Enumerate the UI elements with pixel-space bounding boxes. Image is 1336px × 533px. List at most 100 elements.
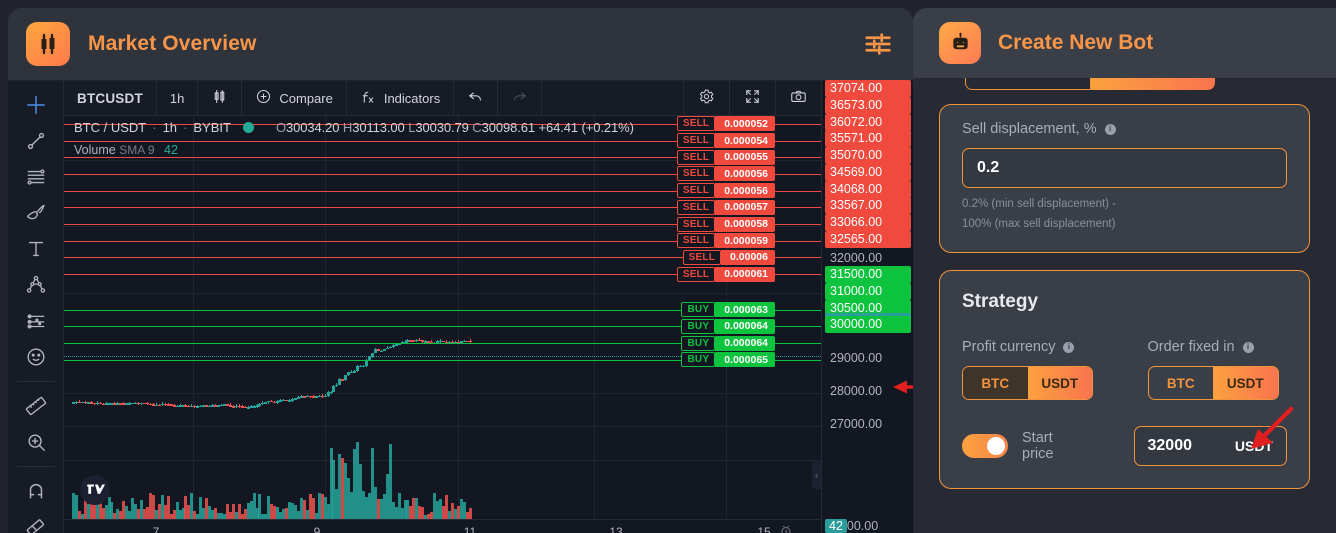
sell-displacement-input[interactable]: 0.2 <box>962 148 1287 188</box>
symbol-button[interactable]: BTCUSDT <box>64 81 157 115</box>
sell-order-badge[interactable]: SELL0.00006 <box>683 250 775 265</box>
legend-o: 30034.20 <box>286 120 339 135</box>
legend-interval: 1h <box>163 120 177 135</box>
emoji-icon[interactable] <box>16 339 56 374</box>
profit-currency-group: Profit currency i BTC USDT <box>962 339 1102 400</box>
undo-button[interactable] <box>454 81 498 115</box>
sell-order-badge[interactable]: SELL0.000061 <box>677 267 775 282</box>
collapse-handle[interactable]: ‹ <box>812 461 821 489</box>
candle-body <box>380 351 383 353</box>
legend-pair: BTC / USDT <box>74 120 146 135</box>
fullscreen-button[interactable] <box>729 81 775 115</box>
redo-button[interactable] <box>498 81 542 115</box>
sell-order-badge[interactable]: SELL0.000056 <box>677 183 775 198</box>
sell-order-badge[interactable]: SELL0.000057 <box>677 200 775 215</box>
profit-currency-option-btc[interactable]: BTC <box>963 367 1028 399</box>
brush-icon[interactable] <box>16 195 56 230</box>
sell-order-badge[interactable]: SELL0.000056 <box>677 166 775 181</box>
chart-settings-button[interactable] <box>683 81 729 115</box>
chart-type-button[interactable] <box>198 81 242 115</box>
tradingview-logo[interactable] <box>80 475 110 505</box>
fullscreen-icon <box>744 88 761 108</box>
sell-order-qty: 0.000056 <box>715 166 775 181</box>
info-icon[interactable]: i <box>1243 342 1254 353</box>
price-scale-label: 33567.00 <box>825 197 911 214</box>
toolbar-divider-2 <box>17 466 55 467</box>
info-icon[interactable]: i <box>1105 124 1116 135</box>
profit-currency-option-usdt[interactable]: USDT <box>1028 367 1093 399</box>
zoom-in-icon[interactable] <box>16 424 56 459</box>
magnet-icon[interactable] <box>16 473 56 508</box>
buy-order-badge[interactable]: BUY0.000065 <box>681 352 775 367</box>
bot-panel-body: Sell displacement, % i 0.2 0.2% (min sel… <box>913 78 1336 533</box>
legend-c: 30098.61 <box>482 120 535 135</box>
indicators-button[interactable]: Indicators <box>347 81 454 115</box>
create-new-bot-panel: Create New Bot Sell displacement, % i 0.… <box>913 8 1336 533</box>
price-scale-label: 35070.00 <box>825 147 911 164</box>
eraser-icon[interactable] <box>16 509 56 533</box>
start-price-toggle[interactable] <box>962 434 1008 458</box>
text-tool-icon[interactable] <box>16 231 56 266</box>
price-scale[interactable]: 37074.0036573.0036072.0035571.0035070.00… <box>821 81 913 533</box>
camera-icon <box>790 88 807 108</box>
sell-order-tag: SELL <box>677 166 715 181</box>
compare-button[interactable]: Compare <box>242 81 346 115</box>
sell-order-badge[interactable]: SELL0.000054 <box>677 133 775 148</box>
horizontal-lines-icon[interactable] <box>16 159 56 194</box>
order-fixed-in-option-usdt[interactable]: USDT <box>1213 367 1278 399</box>
sell-order-badge[interactable]: SELL0.000055 <box>677 150 775 165</box>
sell-order-badge[interactable]: SELL0.000059 <box>677 233 775 248</box>
candle-body <box>330 392 333 394</box>
pitchfork-icon[interactable] <box>16 267 56 302</box>
indicators-label: Indicators <box>384 91 440 106</box>
candlestick-logo-icon <box>26 22 70 66</box>
ruler-icon[interactable] <box>16 388 56 423</box>
sell-order-badge[interactable]: SELL0.000052 <box>677 116 775 131</box>
price-scale-label: 34068.00 <box>825 181 911 198</box>
buy-order-badge[interactable]: BUY0.000064 <box>681 336 775 351</box>
bot-panel-header: Create New Bot <box>913 8 1336 78</box>
buy-order-badge[interactable]: BUY0.000064 <box>681 319 775 334</box>
price-scale-label: 35571.00 <box>825 130 911 147</box>
info-icon[interactable]: i <box>1063 342 1074 353</box>
start-price-value: 32000 <box>1148 437 1193 455</box>
sliders-icon[interactable] <box>863 29 893 59</box>
sell-order-qty: 0.000054 <box>715 133 775 148</box>
undo-icon <box>467 88 484 108</box>
robot-icon <box>939 22 981 64</box>
time-axis[interactable]: 79111315 <box>64 519 821 533</box>
buy-order-tag: BUY <box>681 336 715 351</box>
price-scale-label: 31500.00 <box>825 266 911 283</box>
clipped-segment-right[interactable] <box>1091 78 1215 90</box>
market-overview-panel: Market Overview <box>8 8 913 533</box>
price-scale-label: 36072.00 <box>825 114 911 131</box>
buy-order-tag: BUY <box>681 302 715 317</box>
clipped-segmented-control[interactable] <box>965 78 1215 90</box>
legend-o-label: O <box>276 120 286 135</box>
patterns-icon[interactable] <box>16 303 56 338</box>
sell-order-tag: SELL <box>677 217 715 232</box>
page-title: Market Overview <box>88 32 256 56</box>
candle-body <box>365 360 368 366</box>
interval-button[interactable]: 1h <box>157 81 198 115</box>
sell-order-qty: 0.00006 <box>721 250 775 265</box>
sell-order-badge[interactable]: SELL0.000058 <box>677 217 775 232</box>
snapshot-button[interactable] <box>775 81 821 115</box>
legend-change: +64.41 (+0.21%) <box>539 120 634 135</box>
chart-plot-area[interactable]: BTC / USDT · 1h · BYBIT O30034.20 H30113… <box>64 116 821 519</box>
legend-h-label: H <box>343 120 352 135</box>
legend-l: 30030.79 <box>415 120 468 135</box>
arrow-annotation-strategy <box>1239 403 1297 461</box>
order-fixed-in-option-btc[interactable]: BTC <box>1149 367 1214 399</box>
sell-order-qty: 0.000052 <box>715 116 775 131</box>
buy-order-badge[interactable]: BUY0.000063 <box>681 302 775 317</box>
clipped-segment-left[interactable] <box>965 78 1091 90</box>
start-price-toggle-group[interactable]: Start price <box>962 430 1088 462</box>
order-fixed-in-segmented[interactable]: BTC USDT <box>1148 366 1279 400</box>
market-overview-header: Market Overview <box>8 8 913 80</box>
profit-currency-segmented[interactable]: BTC USDT <box>962 366 1093 400</box>
clock-icon[interactable] <box>779 524 793 533</box>
trend-line-icon[interactable] <box>16 123 56 158</box>
crosshair-icon[interactable] <box>16 87 56 122</box>
candle-body <box>264 402 267 404</box>
